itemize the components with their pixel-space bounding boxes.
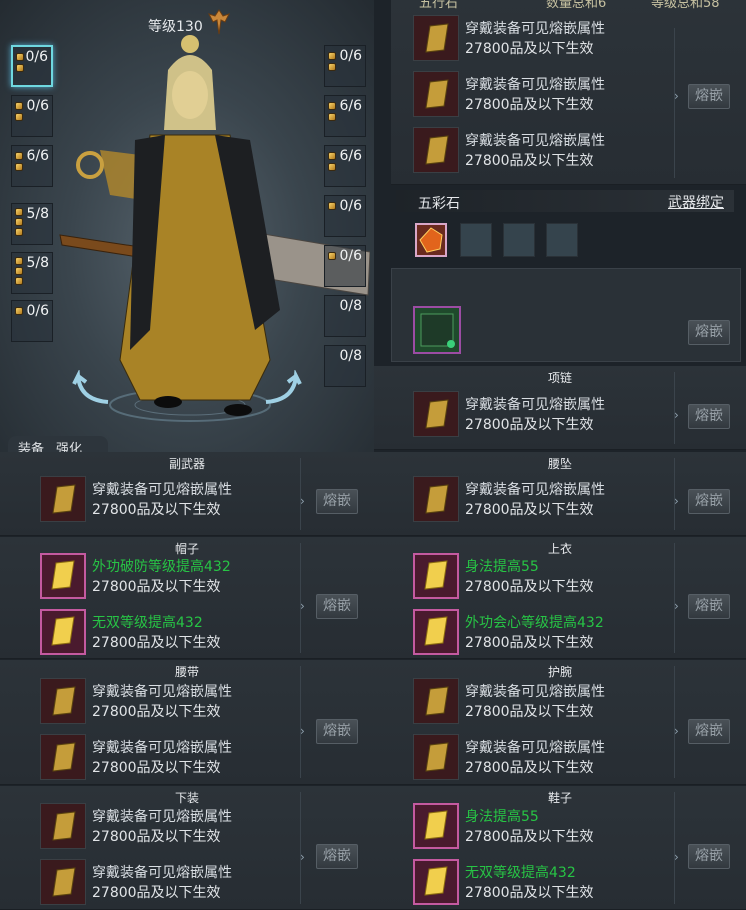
embed-button[interactable]: 熔嵌 [688,320,730,345]
color-stone-icon [419,227,443,253]
gold-stone-icon [40,678,86,724]
embed-button[interactable]: 熔嵌 [688,489,730,514]
chevron-right-icon: › [300,599,305,613]
embed-button[interactable]: 熔嵌 [688,594,730,619]
chevron-right-icon: › [300,850,305,864]
chevron-right-icon: › [674,850,679,864]
embed-button[interactable]: 熔嵌 [316,844,358,869]
character-preview: 等级130 0/6 0/6 6/6 5/8 5/8 0/6 0/6 6/6 6/… [0,0,374,452]
gold-stone-icon [40,859,86,905]
chevron-right-icon: › [300,494,305,508]
color-stone-slot-1[interactable] [415,223,447,257]
chevron-right-icon: › [674,408,679,422]
chevron-right-icon: › [674,89,679,103]
gold-stone-icon [413,71,459,117]
gold-stone-icon [413,391,459,437]
gold-stone-icon [40,803,86,849]
embed-button[interactable]: 熔嵌 [688,844,730,869]
chevron-right-icon: › [300,724,305,738]
gold-stone-icon [413,609,459,655]
gold-stone-icon [413,734,459,780]
embed-button[interactable]: 熔嵌 [316,719,358,744]
equip-slot-right-3[interactable]: 6/6 [324,145,366,187]
gold-stone-icon [40,553,86,599]
equip-slot-right-4[interactable]: 0/6 [324,195,366,237]
embed-button[interactable]: 熔嵌 [688,719,730,744]
color-stone-slot-4[interactable] [546,223,578,257]
equip-slot-left-5[interactable]: 5/8 [11,252,53,294]
color-stone-slot-3[interactable] [503,223,535,257]
equip-slot-right-2[interactable]: 6/6 [324,95,366,137]
embed-button[interactable]: 熔嵌 [688,84,730,109]
gold-stone-icon [413,476,459,522]
equip-slot-left-4[interactable]: 5/8 [11,203,53,245]
rotate-right-icon[interactable] [262,370,302,406]
chevron-right-icon: › [674,599,679,613]
gold-stone-icon [413,127,459,173]
equip-slot-right-6[interactable]: 0/8 [324,295,366,337]
equip-slot-left-1[interactable]: 0/6 [11,45,53,87]
gold-stone-icon [413,678,459,724]
gold-stone-icon [413,15,459,61]
equip-slot-right-1[interactable]: 0/6 [324,45,366,87]
weapon-bind-link[interactable]: 武器绑定 [668,192,724,212]
equip-slot-right-7[interactable]: 0/8 [324,345,366,387]
color-stone-slot-2[interactable] [460,223,492,257]
gold-stone-icon [40,476,86,522]
wucai-title: 五彩石 [418,196,460,212]
tab-equip[interactable]: 装备 [18,438,44,452]
equip-slot-right-5[interactable]: 0/6 [324,245,366,287]
equip-slot-left-2[interactable]: 0/6 [11,95,53,137]
gold-stone-icon [413,803,459,849]
gold-stone-icon [413,859,459,905]
socket-item-icon[interactable] [413,306,461,354]
gold-stone-icon [413,553,459,599]
embed-button[interactable]: 熔嵌 [688,404,730,429]
embed-button[interactable]: 熔嵌 [316,489,358,514]
equip-slot-left-3[interactable]: 6/6 [11,145,53,187]
tab-enhance[interactable]: 强化 [56,438,82,452]
embed-button[interactable]: 熔嵌 [316,594,358,619]
equip-slot-left-6[interactable]: 0/6 [11,300,53,342]
rotate-left-icon[interactable] [72,370,112,406]
gold-stone-icon [40,609,86,655]
chevron-right-icon: › [674,494,679,508]
gold-stone-icon [40,734,86,780]
chevron-right-icon: › [674,724,679,738]
